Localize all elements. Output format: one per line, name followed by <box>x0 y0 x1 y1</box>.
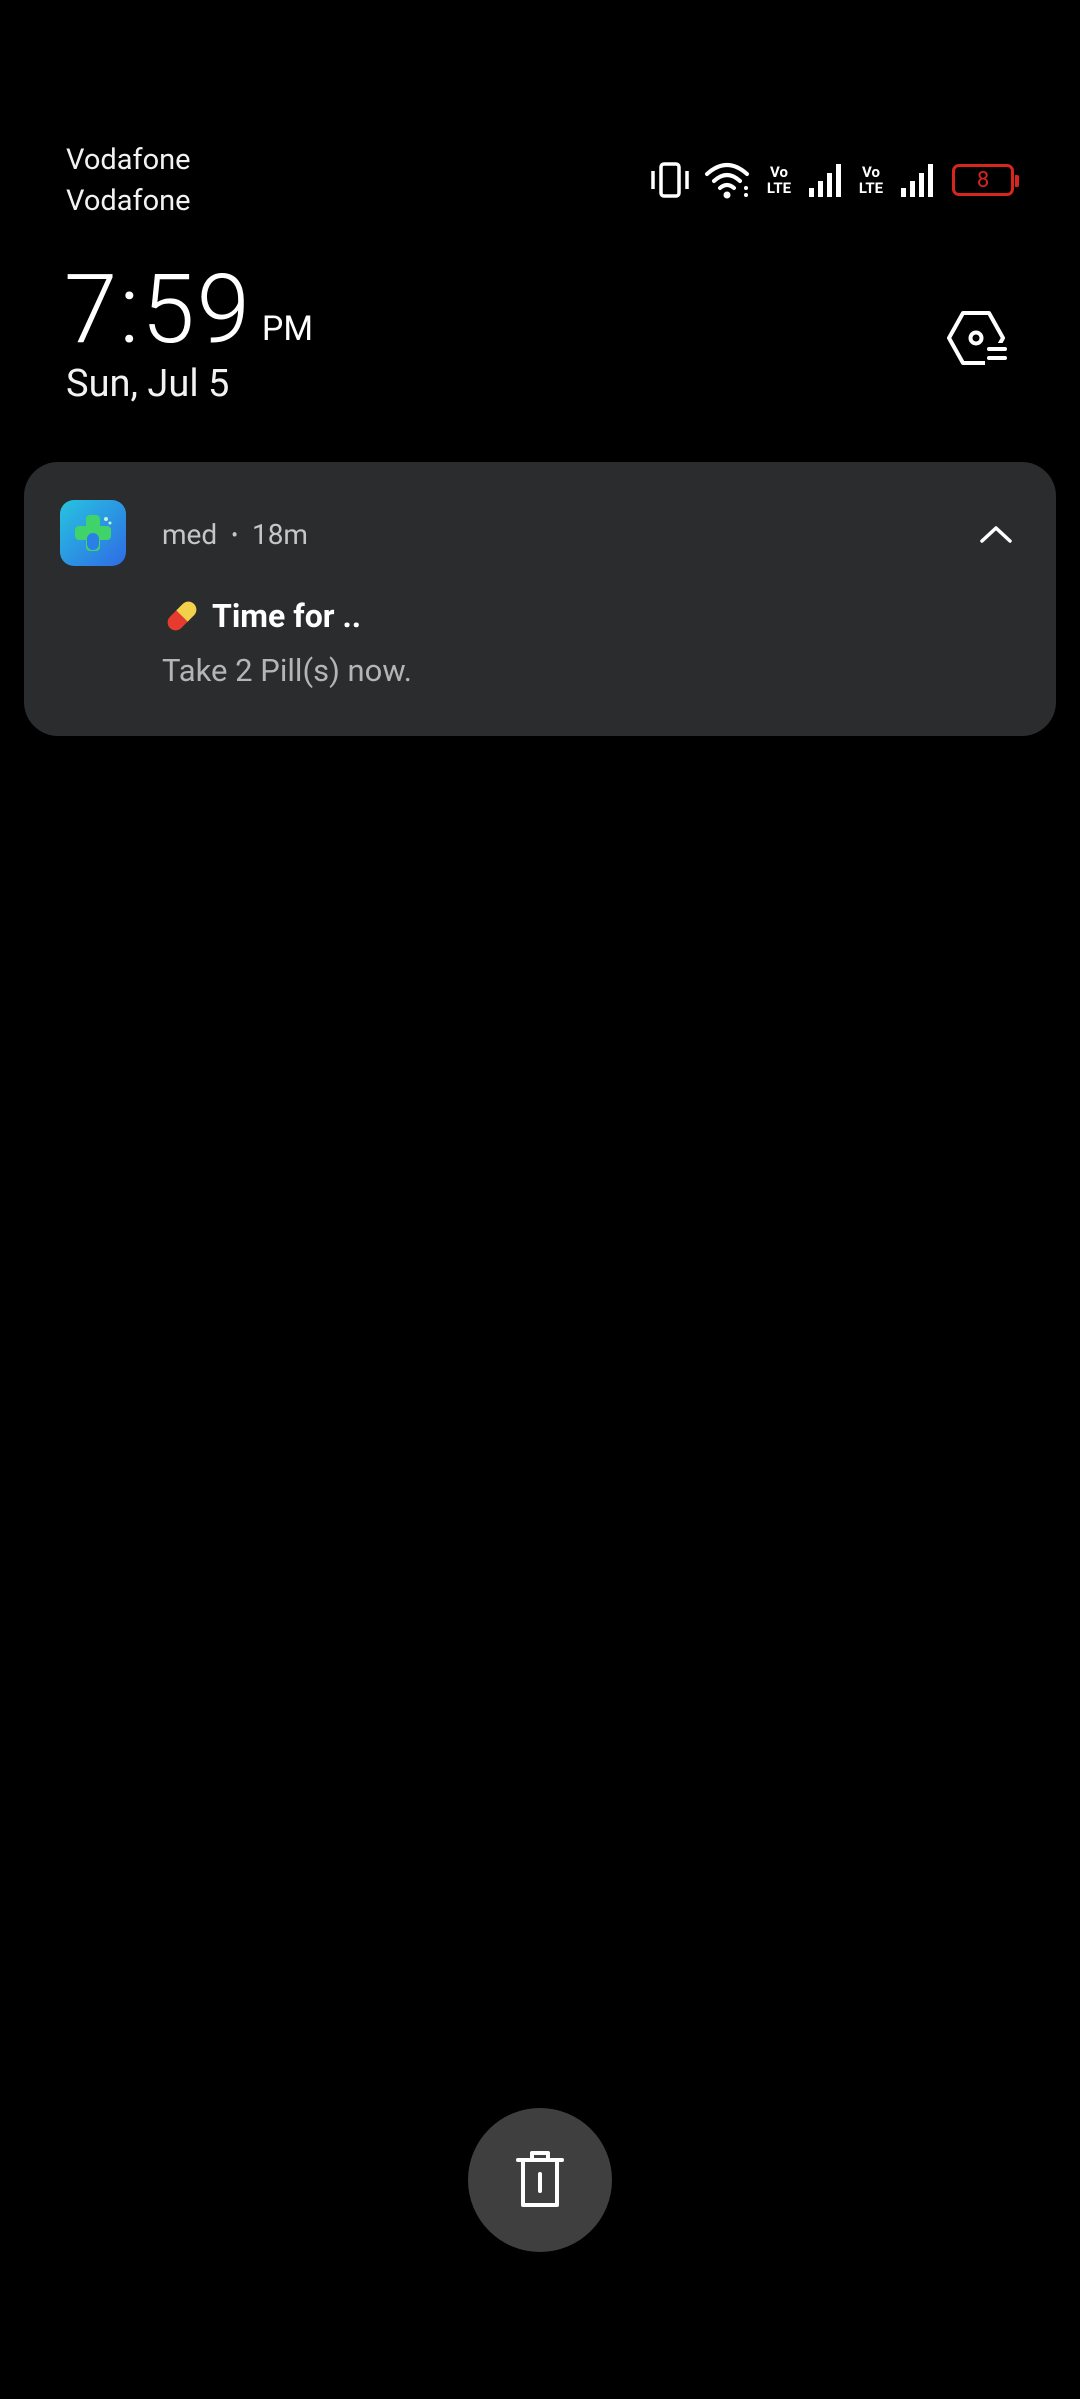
notification-title: Time for .. <box>162 596 361 636</box>
notification-age: 18m <box>251 518 308 551</box>
notification-card[interactable]: med • 18m Time for .. Take 2 Pill(s) now… <box>24 462 1056 736</box>
chevron-up-icon <box>980 526 1012 543</box>
lock-screen: Vodafone Vodafone Vo LTE Vo LTE 8 7:59 P… <box>0 0 1080 2399</box>
settings-button[interactable] <box>946 306 1010 370</box>
pill-icon <box>167 601 197 631</box>
carrier-2: Vodafone <box>66 184 191 218</box>
trash-icon <box>516 2151 564 2207</box>
battery-level: 8 <box>976 167 990 193</box>
signal-icon <box>808 162 842 198</box>
carrier-1: Vodafone <box>66 143 191 177</box>
gear-icon <box>947 311 1007 365</box>
notification-app-name: med <box>162 518 218 551</box>
volte-icon: Vo LTE <box>766 163 792 197</box>
battery-icon: 8 <box>952 164 1019 196</box>
lockscreen-date: Sun, Jul 5 <box>66 362 230 406</box>
clear-all-notifications-button[interactable] <box>468 2108 612 2252</box>
clock-time: 7:59 <box>64 254 252 366</box>
volte-icon: Vo LTE <box>858 163 884 197</box>
status-icons: Vo LTE Vo LTE 8 <box>648 158 1019 202</box>
notification-separator: • <box>231 522 238 547</box>
notification-title-text: Time for .. <box>212 597 361 635</box>
signal-icon <box>900 162 934 198</box>
clock-ampm: PM <box>261 309 314 349</box>
wifi-icon <box>704 160 750 200</box>
notification-body: Take 2 Pill(s) now. <box>162 652 412 689</box>
lockscreen-clock: 7:59 PM <box>64 262 313 358</box>
vibrate-icon <box>648 160 692 200</box>
med-app-icon <box>60 500 126 566</box>
carrier-labels: Vodafone Vodafone <box>66 140 191 222</box>
notification-header: med • 18m <box>162 518 308 551</box>
collapse-notification-button[interactable] <box>972 510 1020 558</box>
